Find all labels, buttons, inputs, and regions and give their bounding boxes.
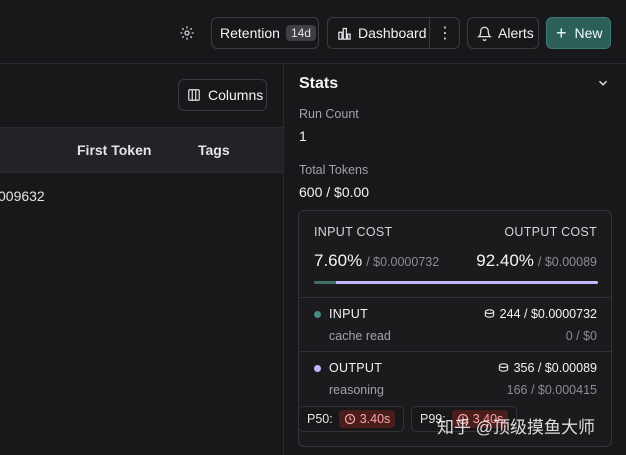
columns-icon: [187, 88, 201, 102]
bar-chart-icon: [337, 26, 352, 41]
retention-badge: 14d: [285, 25, 316, 41]
output-row-name: OUTPUT: [329, 361, 383, 375]
input-cost-amount: / $0.0000732: [366, 255, 440, 269]
columns-button[interactable]: Columns: [178, 79, 267, 111]
input-dot-icon: [314, 311, 321, 318]
more-vertical-icon[interactable]: ⋮: [430, 18, 460, 48]
columns-label: Columns: [208, 87, 264, 103]
p50-latency: P50: 3.40s: [298, 406, 404, 432]
input-row-sub-value: 0 / $0: [565, 329, 597, 343]
runs-table-pane: Columns First Token Tags 009632: [0, 64, 283, 455]
new-label: New: [574, 25, 603, 41]
cost-split-bar: [314, 281, 598, 284]
output-row-sub: reasoning: [329, 383, 384, 397]
alerts-label: Alerts: [498, 25, 534, 41]
run-count-value: 1: [299, 128, 307, 144]
input-cost-header: INPUT COST: [314, 225, 393, 239]
table-cell-cost: 009632: [0, 188, 45, 204]
input-cost-value: 7.60% / $0.0000732: [314, 251, 439, 271]
coins-icon: [498, 362, 509, 376]
dashboard-label: Dashboard: [358, 25, 427, 41]
output-row-tokens: 356 / $0.00089: [498, 361, 597, 376]
input-row-tokens: 244 / $0.0000732: [484, 307, 597, 322]
output-cost-header: OUTPUT COST: [504, 225, 597, 239]
chevron-down-icon[interactable]: [596, 76, 610, 90]
table-header: First Token Tags: [0, 127, 283, 173]
input-cost-percent: 7.60%: [314, 251, 363, 270]
input-row-name: INPUT: [329, 307, 368, 321]
retention-button[interactable]: Retention 14d: [211, 17, 319, 49]
settings-gear-icon[interactable]: [176, 22, 198, 44]
column-header-first-token[interactable]: First Token: [77, 142, 151, 158]
divider: [299, 297, 611, 298]
new-button[interactable]: + New: [546, 17, 611, 49]
stats-panel: Stats Run Count 1 Total Tokens 600 / $0.…: [284, 64, 626, 455]
p50-label: P50:: [307, 412, 333, 426]
alerts-button[interactable]: Alerts: [467, 17, 539, 49]
retention-label: Retention: [220, 25, 280, 41]
total-tokens-value: 600 / $0.00: [299, 184, 370, 200]
total-tokens-label: Total Tokens: [299, 163, 369, 177]
input-cost-bar: [314, 281, 336, 284]
output-cost-bar: [335, 281, 598, 284]
column-header-tags[interactable]: Tags: [198, 142, 230, 158]
plus-icon: +: [556, 23, 567, 43]
dashboard-button[interactable]: Dashboard ⋮: [327, 17, 460, 49]
top-toolbar: Retention 14d Dashboard ⋮ Alerts + New: [0, 0, 626, 64]
watermark-text: 知乎 @顶级摸鱼大师: [437, 418, 595, 437]
output-row-sub-value: 166 / $0.000415: [506, 383, 597, 397]
output-row-tokens-text: 356 / $0.00089: [513, 361, 597, 375]
output-cost-amount: / $0.00089: [537, 255, 597, 269]
output-cost-value: 92.40% / $0.00089: [476, 251, 597, 271]
input-row-tokens-text: 244 / $0.0000732: [499, 307, 597, 321]
bell-icon: [477, 26, 492, 41]
stats-title: Stats: [299, 75, 339, 92]
clock-icon: [344, 413, 356, 425]
p50-value: 3.40s: [359, 412, 391, 426]
input-row-sub: cache read: [329, 329, 391, 343]
run-count-label: Run Count: [299, 107, 359, 121]
coins-icon: [484, 308, 495, 322]
output-dot-icon: [314, 365, 321, 372]
divider: [299, 351, 611, 352]
p50-badge: 3.40s: [338, 410, 396, 428]
output-cost-percent: 92.40%: [476, 251, 534, 270]
